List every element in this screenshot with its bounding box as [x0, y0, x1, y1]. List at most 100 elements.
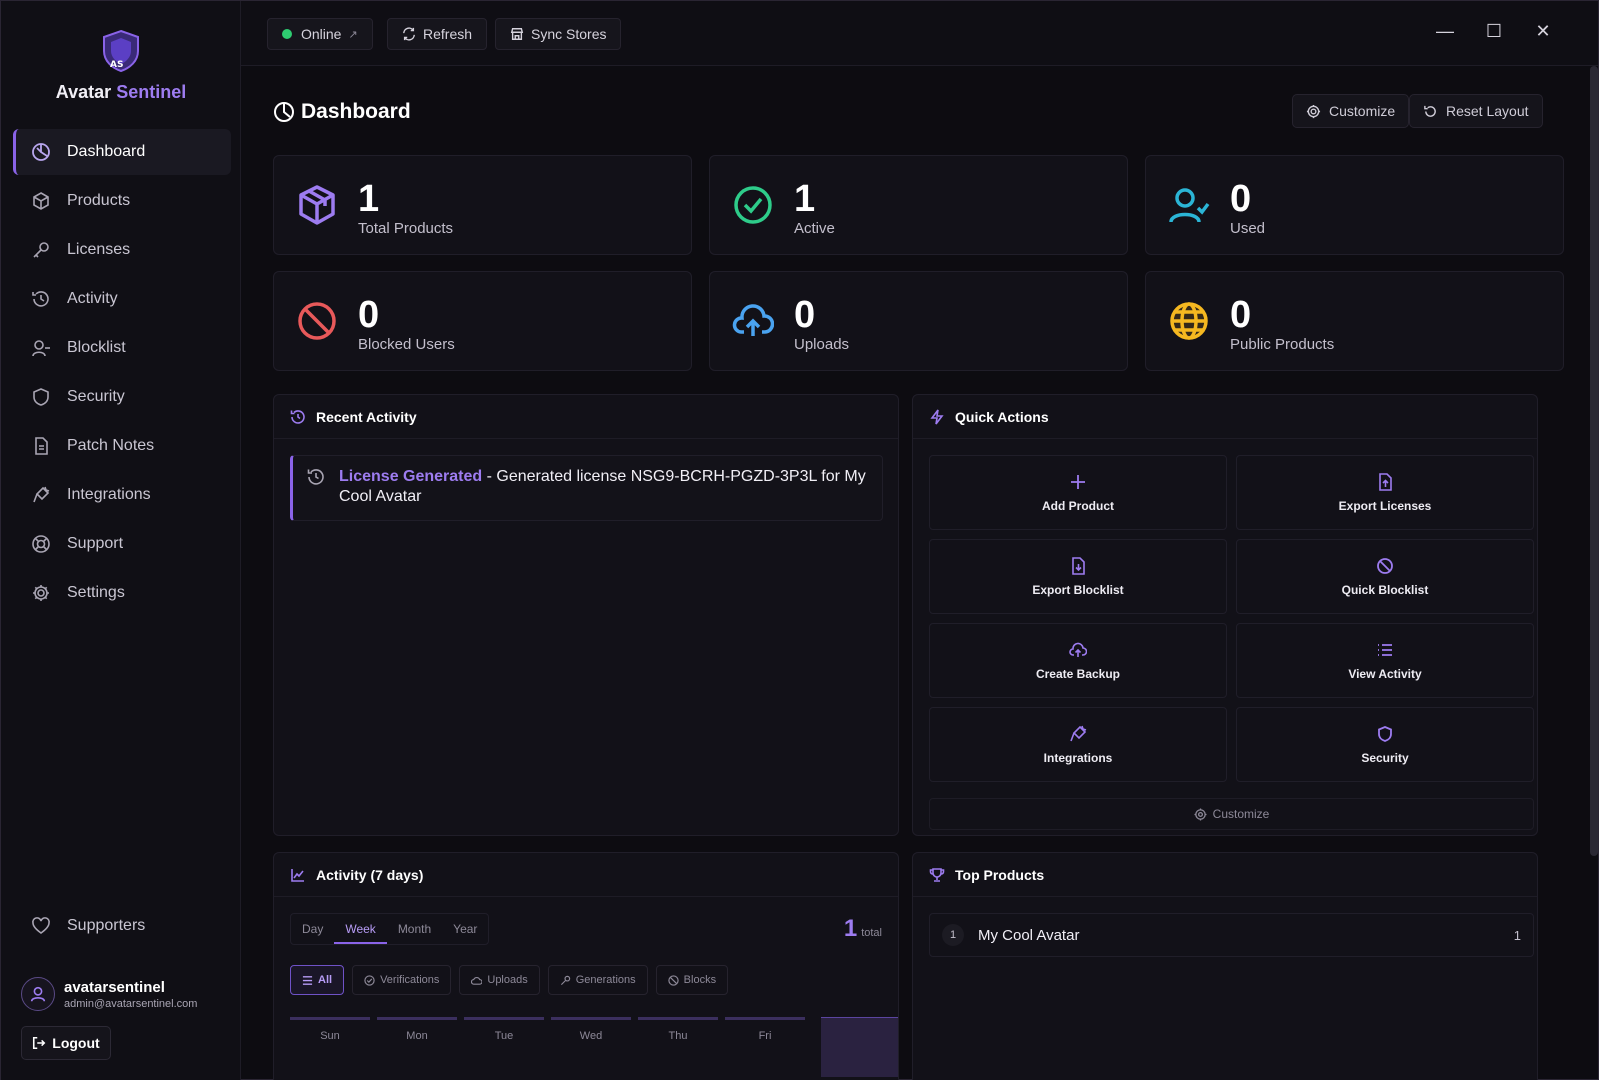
trophy-icon	[929, 867, 945, 882]
sidebar-item-supporters[interactable]: Supporters	[13, 903, 231, 949]
sidebar-item-security[interactable]: Security	[13, 374, 231, 420]
heart-icon	[32, 917, 50, 934]
page-title: Dashboard	[273, 100, 411, 124]
sidebar-item-label: Patch Notes	[67, 437, 155, 454]
check-circle-icon	[364, 974, 375, 986]
sidebar-item-blocklist[interactable]: Blocklist	[13, 325, 231, 371]
top-product-row[interactable]: 1 My Cool Avatar 1	[929, 913, 1534, 957]
panel-title: Top Products	[955, 866, 1045, 883]
stat-blocked-users: 0 Blocked Users	[273, 271, 692, 371]
export-licenses-button[interactable]: Export Licenses	[1236, 455, 1534, 530]
create-backup-button[interactable]: Create Backup	[929, 623, 1227, 698]
user-info: avatarsentinel admin@avatarsentinel.com	[64, 979, 197, 1010]
panel-header: Activity (7 days)	[274, 853, 898, 897]
sidebar-item-integrations[interactable]: Integrations	[13, 472, 231, 518]
product-rank: 1	[942, 924, 964, 946]
range-month-tab[interactable]: Month	[387, 914, 442, 944]
sidebar-item-label: Security	[67, 388, 125, 405]
action-label: View Activity	[1348, 667, 1422, 681]
close-icon[interactable]: ✕	[1531, 19, 1555, 43]
day-label: Fri	[725, 1017, 805, 1042]
history-icon	[290, 409, 305, 424]
sidebar-item-label: Blocklist	[67, 339, 126, 356]
dashboard-icon	[32, 143, 50, 161]
user-email: admin@avatarsentinel.com	[64, 997, 198, 1010]
cloud-upload-icon	[1069, 642, 1087, 657]
main-content: Dashboard Customize Reset Layout 1 Total…	[241, 66, 1598, 1080]
panel-title: Recent Activity	[316, 408, 417, 425]
plug-icon	[33, 486, 50, 503]
stat-value: 0	[794, 294, 816, 336]
cloud-icon	[471, 976, 483, 985]
brand: AS Avatar Sentinel	[1, 29, 241, 103]
supporters-section: Supporters	[13, 903, 231, 952]
filter-generations-chip[interactable]: Generations	[547, 965, 648, 995]
brand-second: Sentinel	[116, 82, 187, 102]
export-blocklist-button[interactable]: Export Blocklist	[929, 539, 1227, 614]
gear-icon	[1194, 807, 1207, 821]
security-button[interactable]: Security	[1236, 707, 1534, 782]
shield-icon	[1378, 726, 1392, 742]
user-profile[interactable]: avatarsentinel admin@avatarsentinel.com	[21, 977, 197, 1011]
activity-total: 1 total	[844, 915, 882, 943]
maximize-icon[interactable]: ☐	[1482, 19, 1506, 43]
panel-title: Quick Actions	[955, 408, 1049, 425]
range-year-tab[interactable]: Year	[442, 914, 488, 944]
stat-public-products: 0 Public Products	[1145, 271, 1564, 371]
logout-button[interactable]: Logout	[21, 1026, 111, 1060]
ban-icon	[1377, 558, 1393, 574]
sidebar-item-settings[interactable]: Settings	[13, 570, 231, 616]
action-label: Add Product	[1042, 499, 1114, 513]
filter-uploads-chip[interactable]: Uploads	[459, 965, 540, 995]
stat-label: Uploads	[794, 336, 850, 353]
globe-icon	[1170, 302, 1208, 340]
integrations-button[interactable]: Integrations	[929, 707, 1227, 782]
minimize-icon[interactable]: —	[1433, 19, 1457, 43]
sidebar-item-dashboard[interactable]: Dashboard	[13, 129, 231, 175]
reset-label: Reset Layout	[1446, 103, 1529, 119]
panel-header: Top Products	[913, 853, 1537, 897]
filter-label: Uploads	[487, 974, 528, 986]
user-icon	[30, 986, 46, 1002]
chart-bar-today	[821, 1017, 898, 1077]
sidebar-item-licenses[interactable]: Licenses	[13, 227, 231, 273]
range-week-tab[interactable]: Week	[334, 914, 387, 944]
sidebar-item-support[interactable]: Support	[13, 521, 231, 567]
customize-button[interactable]: Customize	[1292, 94, 1410, 128]
lightning-icon	[930, 409, 944, 424]
range-selector: Day Week Month Year	[290, 913, 490, 945]
list-icon	[1378, 644, 1392, 656]
logout-icon	[33, 1036, 46, 1050]
sync-stores-button[interactable]: Sync Stores	[495, 18, 622, 50]
refresh-icon	[403, 27, 415, 41]
sidebar-item-label: Support	[67, 535, 124, 552]
filter-all-chip[interactable]: All	[290, 965, 345, 995]
refresh-label: Refresh	[423, 26, 473, 42]
customize-label: Customize	[1212, 807, 1270, 821]
range-day-tab[interactable]: Day	[291, 914, 334, 944]
dashboard-icon	[274, 102, 294, 122]
add-product-button[interactable]: Add Product	[929, 455, 1227, 530]
scrollbar[interactable]	[1590, 66, 1598, 856]
view-activity-button[interactable]: View Activity	[1236, 623, 1534, 698]
online-status-button[interactable]: Online ↗	[267, 18, 373, 50]
sidebar-item-patch-notes[interactable]: Patch Notes	[13, 423, 231, 469]
panel-title: Activity (7 days)	[316, 866, 424, 883]
filter-verifications-chip[interactable]: Verifications	[352, 965, 452, 995]
sidebar-item-products[interactable]: Products	[13, 178, 231, 224]
day-label: Mon	[377, 1017, 457, 1042]
activity-item[interactable]: License Generated - Generated license NS…	[290, 455, 883, 521]
sidebar-item-activity[interactable]: Activity	[13, 276, 231, 322]
filter-blocks-chip[interactable]: Blocks	[655, 965, 729, 995]
quick-actions-customize-button[interactable]: Customize	[929, 798, 1534, 830]
sidebar-item-label: Dashboard	[67, 143, 146, 160]
quick-blocklist-button[interactable]: Quick Blocklist	[1236, 539, 1534, 614]
activity-type-link[interactable]: License Generated	[339, 468, 482, 485]
reset-layout-button[interactable]: Reset Layout	[1409, 94, 1543, 128]
sidebar-item-label: Integrations	[67, 486, 151, 503]
top-bar: Online ↗ Refresh Sync Stores — ☐ ✕	[241, 1, 1598, 66]
product-name: My Cool Avatar	[978, 926, 1080, 944]
refresh-button[interactable]: Refresh	[387, 18, 488, 50]
day-label: Thu	[638, 1017, 718, 1042]
sidebar: AS Avatar Sentinel Dashboard Products Li…	[1, 1, 241, 1080]
